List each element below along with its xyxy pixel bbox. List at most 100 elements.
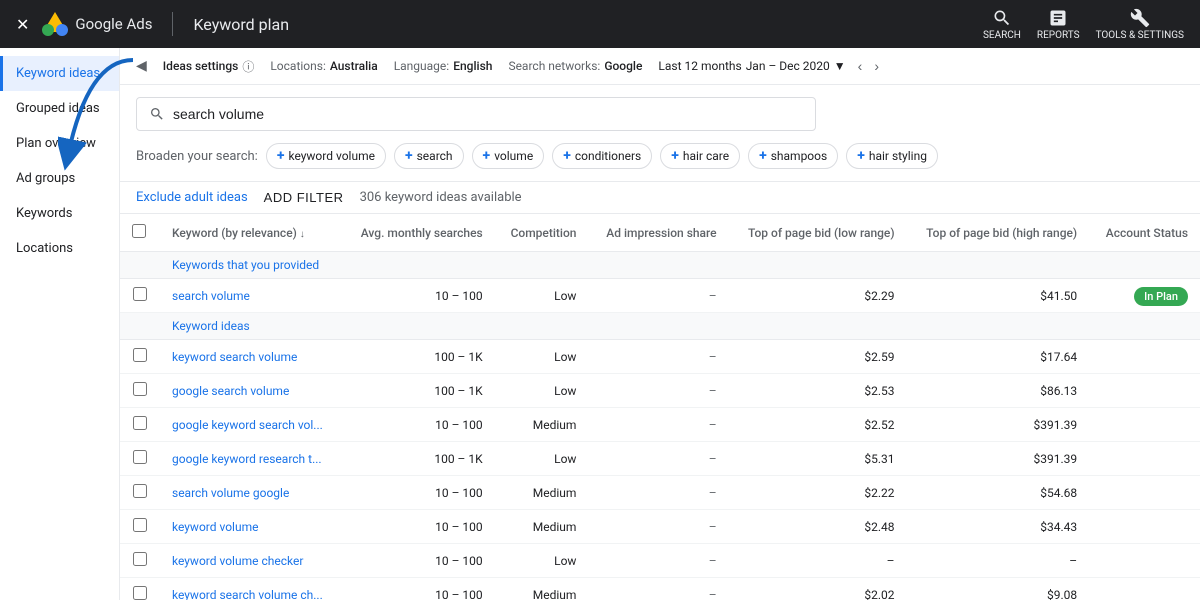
row-keyword[interactable]: keyword volume (160, 510, 342, 544)
row-checkbox[interactable] (133, 382, 147, 396)
next-date-button[interactable]: › (870, 56, 883, 76)
row-keyword[interactable]: google keyword search vol... (160, 408, 342, 442)
prev-date-button[interactable]: ‹ (854, 56, 867, 76)
sidebar-item-grouped-ideas[interactable]: Grouped ideas (0, 91, 119, 126)
row-competition: Low (495, 279, 589, 313)
broaden-chip-volume[interactable]: + volume (472, 143, 545, 169)
search-bar-icon (149, 106, 165, 122)
sidebar-item-keyword-ideas[interactable]: Keyword ideas (0, 56, 119, 91)
search-icon (992, 8, 1012, 28)
row-bid-low: $2.52 (729, 408, 907, 442)
row-status (1089, 544, 1200, 578)
settings-label: Ideas settings ⓘ (163, 58, 255, 75)
row-bid-low: – (729, 544, 907, 578)
reports-icon (1048, 8, 1068, 28)
row-checkbox[interactable] (133, 450, 147, 464)
row-status (1089, 578, 1200, 600)
close-icon[interactable]: ✕ (16, 15, 29, 34)
date-range-selector[interactable]: Last 12 months Jan – Dec 2020 ▼ ‹ › (658, 56, 883, 76)
table-row: google keyword research t... 100 – 1K Lo… (120, 442, 1200, 476)
row-checkbox-cell[interactable] (120, 510, 160, 544)
section-provided-row: Keywords that you provided (120, 252, 1200, 279)
sort-arrow-icon: ↓ (300, 229, 305, 240)
sidebar-item-ad-groups[interactable]: Ad groups (0, 161, 119, 196)
row-checkbox[interactable] (133, 586, 147, 600)
sidebar-item-keywords[interactable]: Keywords (0, 196, 119, 231)
row-competition: Low (495, 442, 589, 476)
select-all-checkbox[interactable] (132, 224, 146, 238)
exclude-adult-link[interactable]: Exclude adult ideas (136, 190, 248, 205)
section-ideas-row: Keyword ideas (120, 313, 1200, 340)
row-checkbox-cell[interactable] (120, 578, 160, 600)
collapse-button[interactable]: ◀ (136, 58, 147, 74)
th-bid-low: Top of page bid (low range) (729, 214, 907, 252)
plus-icon: + (671, 148, 679, 164)
row-avg-searches: 10 – 100 (342, 544, 494, 578)
row-checkbox[interactable] (133, 518, 147, 532)
nav-icons: SEARCH REPORTS TOOLS & SETTINGS (983, 8, 1184, 41)
broaden-chip-shampoos[interactable]: + shampoos (748, 143, 838, 169)
add-filter-button[interactable]: ADD FILTER (264, 190, 344, 205)
broaden-chip-hair-care[interactable]: + hair care (660, 143, 740, 169)
row-checkbox-cell[interactable] (120, 476, 160, 510)
row-checkbox-cell[interactable] (120, 279, 160, 313)
row-keyword[interactable]: search volume (160, 279, 342, 313)
row-checkbox-cell[interactable] (120, 544, 160, 578)
table-row: keyword volume 10 – 100 Medium – $2.48 $… (120, 510, 1200, 544)
row-status (1089, 374, 1200, 408)
th-avg-searches: Avg. monthly searches (342, 214, 494, 252)
row-checkbox[interactable] (133, 552, 147, 566)
tools-nav-button[interactable]: TOOLS & SETTINGS (1096, 8, 1184, 41)
reports-nav-button[interactable]: REPORTS (1037, 8, 1080, 41)
row-checkbox-cell[interactable] (120, 374, 160, 408)
broaden-chip-hair-styling[interactable]: + hair styling (846, 143, 938, 169)
row-keyword[interactable]: google keyword research t... (160, 442, 342, 476)
main-content: ◀ Ideas settings ⓘ Locations: Australia … (120, 48, 1200, 600)
row-checkbox-cell[interactable] (120, 340, 160, 374)
top-navigation: ✕ Google Ads Keyword plan SEARCH REPORTS… (0, 0, 1200, 48)
plus-icon: + (277, 148, 285, 164)
broaden-chip-search[interactable]: + search (394, 143, 464, 169)
row-keyword[interactable]: keyword search volume ch... (160, 578, 342, 600)
table-row: google keyword search vol... 10 – 100 Me… (120, 408, 1200, 442)
sidebar-item-locations[interactable]: Locations (0, 231, 119, 266)
th-keyword[interactable]: Keyword (by relevance) ↓ (160, 214, 342, 252)
table-row: keyword volume checker 10 – 100 Low – – … (120, 544, 1200, 578)
broaden-chip-keyword-volume[interactable]: + keyword volume (266, 143, 386, 169)
plus-icon: + (483, 148, 491, 164)
row-checkbox-cell[interactable] (120, 408, 160, 442)
search-nav-button[interactable]: SEARCH (983, 8, 1021, 41)
row-status: In Plan (1089, 279, 1200, 313)
row-competition: Medium (495, 476, 589, 510)
row-checkbox-cell[interactable] (120, 442, 160, 476)
broaden-chip-conditioners[interactable]: + conditioners (552, 143, 652, 169)
row-bid-low: $2.02 (729, 578, 907, 600)
row-checkbox[interactable] (133, 287, 147, 301)
row-checkbox[interactable] (133, 416, 147, 430)
search-bar[interactable] (136, 97, 816, 131)
row-keyword[interactable]: search volume google (160, 476, 342, 510)
row-bid-low: $2.48 (729, 510, 907, 544)
row-status (1089, 408, 1200, 442)
row-bid-low: $2.53 (729, 374, 907, 408)
sidebar-item-plan-overview[interactable]: Plan overview (0, 126, 119, 161)
row-status (1089, 442, 1200, 476)
row-impression-share: – (588, 544, 728, 578)
info-icon[interactable]: ⓘ (242, 58, 254, 75)
search-nav-label: SEARCH (983, 30, 1021, 41)
row-keyword[interactable]: google search volume (160, 374, 342, 408)
network-setting: Search networks: Google (508, 59, 642, 73)
filter-bar: Exclude adult ideas ADD FILTER 306 keywo… (120, 181, 1200, 214)
th-checkbox (120, 214, 160, 252)
reports-nav-label: REPORTS (1037, 30, 1080, 41)
row-keyword[interactable]: keyword search volume (160, 340, 342, 374)
row-keyword[interactable]: keyword volume checker (160, 544, 342, 578)
keyword-search-input[interactable] (173, 106, 803, 122)
row-avg-searches: 100 – 1K (342, 374, 494, 408)
table-row: google search volume 100 – 1K Low – $2.5… (120, 374, 1200, 408)
table-body: Keywords that you provided search volume… (120, 252, 1200, 600)
row-checkbox[interactable] (133, 348, 147, 362)
row-checkbox[interactable] (133, 484, 147, 498)
page-title: Keyword plan (193, 15, 289, 34)
row-impression-share: – (588, 374, 728, 408)
